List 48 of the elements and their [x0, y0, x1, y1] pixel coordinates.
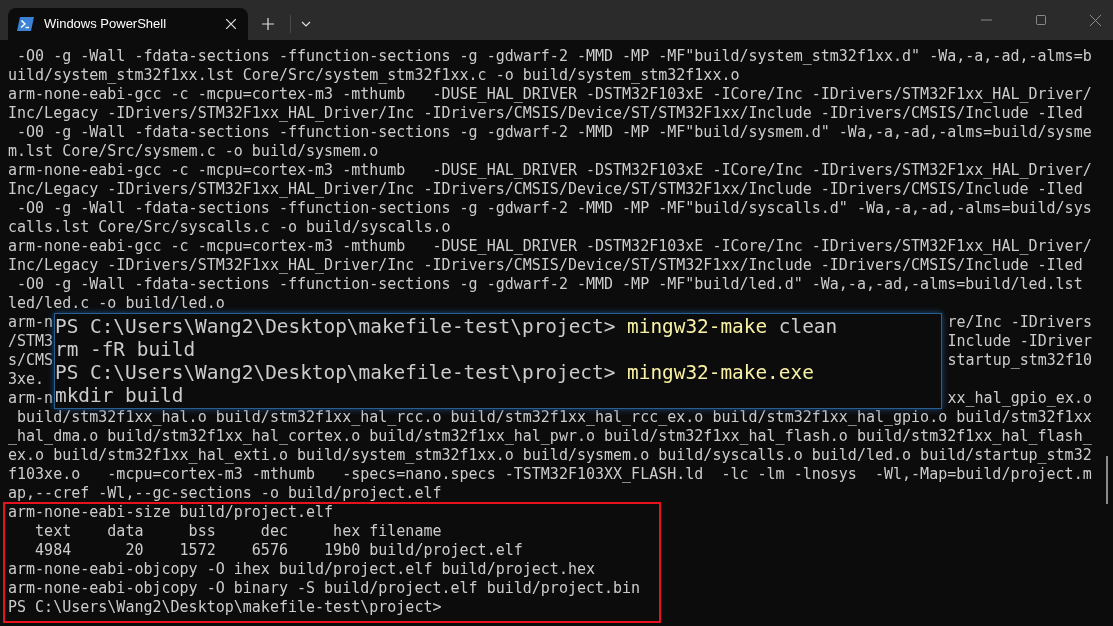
- output-line: mkdir build: [55, 384, 184, 407]
- add-tab-icon[interactable]: [262, 18, 274, 30]
- command-text: mingw32-make.exe: [627, 361, 814, 384]
- terminal-line: -O0 -g -Wall -fdata-sections -ffunction-sections -g -gdwarf-2 -MMD -MP -MF"build/system_stm32f1xx.d" -Wa,-a,-ad,-alms=b: [16, 48, 1092, 65]
- terminal-line: led/led.c -o build/led.o: [8, 295, 225, 312]
- chevron-down-icon[interactable]: [301, 21, 311, 27]
- command-text: mingw32-make: [627, 315, 768, 338]
- terminal-line: m.lst Core/Src/sysmem.c -o build/sysmem.o: [8, 143, 379, 160]
- output-line: rm -fR build: [55, 338, 196, 361]
- terminal-line: s/CMS: [8, 352, 54, 370]
- terminal-line: PS C:\Users\Wang2\Desktop\makefile-test\project>: [8, 599, 442, 616]
- terminal-line: arm-none-eabi-size build/project.elf: [8, 504, 334, 521]
- terminal-line: _hal_dma.o build/stm32f1xx_hal_cortex.o build/stm32f1xx_hal_pwr.o build/stm32f1xx_hal_flash.o build/stm32f1xx_hal_flash_: [8, 428, 1092, 445]
- powershell-icon: [17, 17, 34, 31]
- terminal-line: build/stm32f1xx_hal.o build/stm32f1xx_hal_rcc.o build/stm32f1xx_hal_rcc_ex.o build/stm32f1xx_hal_gpio.o build/stm32f1xx: [16, 409, 1092, 426]
- terminal-line: -O0 -g -Wall -fdata-sections -ffunction-sections -g -gdwarf-2 -MMD -MP -MF"build/sysmem.d" -Wa,-a,-ad,-alms=build/sysme: [16, 124, 1092, 141]
- terminal-line: f103xe.o -mcpu=cortex-m3 -mthumb -specs=nano.specs -TSTM32F103XX_FLASH.ld -lc -lm -lnosys -Wl,-Map=build/project.m: [8, 466, 1092, 483]
- terminal-line: arm-none-eabi-gcc -c -mcpu=cortex-m3 -mthumb -DUSE_HAL_DRIVER -DSTM32F103xE -ICore/Inc -IDrivers/STM32F1xx_HAL_Driver/: [8, 86, 1092, 103]
- terminal-line: Inc/Legacy -IDrivers/STM32F1xx_HAL_Driver/Inc -IDrivers/CMSIS/Device/ST/STM32F1xx/Include -IDrivers/CMSIS/Include -Iled: [8, 105, 1083, 122]
- tab[interactable]: Windows PowerShell: [8, 8, 248, 40]
- terminal-line: arm-none-eabi-objcopy -O binary -S build/project.elf build/project.bin: [8, 580, 641, 597]
- terminal-line: arm-none-eabi-gcc -c -mcpu=cortex-m3 -mthumb -DUSE_HAL_DRIVER -DSTM32F103xE -ICore/Inc -IDrivers/STM32F1xx_HAL_Driver/: [8, 238, 1092, 255]
- prompt-text: PS C:\Users\Wang2\Desktop\makefile-test\project>: [55, 315, 616, 338]
- prompt-text: PS C:\Users\Wang2\Desktop\makefile-test\project>: [55, 361, 616, 384]
- terminal-line: re/Inc -IDrivers: [947, 314, 1092, 332]
- terminal-line: ap,--cref -Wl,--gc-sections -o build/project.elf: [8, 485, 442, 502]
- terminal-line: 3xe.: [8, 371, 45, 389]
- terminal-line: -O0 -g -Wall -fdata-sections -ffunction-sections -g -gdwarf-2 -MMD -MP -MF"build/led.d" -Wa,-a,-ad,-alms=build/led.lst: [16, 276, 1083, 293]
- terminal-line: /STM3: [8, 333, 54, 351]
- terminal-line: startup_stm32f10: [947, 352, 1092, 370]
- argument-text: clean: [778, 315, 838, 338]
- terminal-line: -O0 -g -Wall -fdata-sections -ffunction-sections -g -gdwarf-2 -MMD -MP -MF"build/syscalls.d" -Wa,-a,-ad,-alms=build/sys: [16, 200, 1092, 217]
- terminal-line: xx_hal_gpio_ex.o: [947, 390, 1092, 408]
- terminal-line: ex.o build/stm32f1xx_hal_exti.o build/system_stm32f1xx.o build/sysmem.o build/syscalls.o build/led.o build/startup_stm32: [8, 447, 1092, 464]
- terminal-line: uild/system_stm32f1xx.lst Core/Src/system_stm32f1xx.c -o build/system_stm32f1xx.o: [8, 67, 740, 84]
- terminal-line: arm-none-eabi-objcopy -O ihex build/project.elf build/project.hex: [8, 561, 595, 578]
- terminal-line: text data bss dec hex filename: [34, 523, 442, 540]
- terminal-line: Inc/Legacy -IDrivers/STM32F1xx_HAL_Driver/Inc -IDrivers/CMSIS/Device/ST/STM32F1xx/Include -IDrivers/CMSIS/Include -Iled: [8, 257, 1083, 274]
- terminal-line: 4984 20 1572 6576 19b0 build/project.elf: [34, 542, 523, 559]
- tab-title: Windows PowerShell: [44, 15, 168, 34]
- terminal-line: arm-n: [8, 314, 54, 332]
- maximize-icon[interactable]: [1036, 15, 1046, 25]
- terminal-line: calls.lst Core/Src/syscalls.c -o build/syscalls.o: [8, 219, 451, 236]
- terminal-line: Inc/Legacy -IDrivers/STM32F1xx_HAL_Driver/Inc -IDrivers/CMSIS/Device/ST/STM32F1xx/Include -IDrivers/CMSIS/Include -Iled: [8, 181, 1083, 198]
- scrollbar-thumb: [1106, 456, 1108, 504]
- terminal-line: arm-none-eabi-gcc -c -mcpu=cortex-m3 -mthumb -DUSE_HAL_DRIVER -DSTM32F103xE -ICore/Inc -IDrivers/STM32F1xx_HAL_Driver/: [8, 162, 1092, 179]
- terminal-line: arm-n: [8, 390, 54, 408]
- terminal-line: Include -IDriver: [947, 333, 1092, 351]
